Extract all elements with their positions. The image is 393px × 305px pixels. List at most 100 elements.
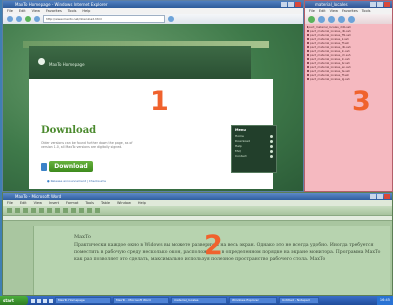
desktop-icon[interactable]: [31, 298, 35, 303]
mail-icon[interactable]: [43, 298, 47, 303]
site-menu-heading: Menu: [235, 128, 246, 132]
up-folder-icon[interactable]: [328, 15, 335, 23]
site-menu-item[interactable]: Contact: [235, 154, 273, 159]
forward-icon[interactable]: [16, 16, 22, 22]
menu-help[interactable]: Help: [82, 8, 90, 14]
search-icon[interactable]: [168, 16, 174, 22]
paste-icon[interactable]: [55, 208, 60, 213]
bullet-icon: [270, 135, 273, 138]
file-item[interactable]: pact_material_locales_lg.ssh: [305, 77, 351, 81]
browser-icon[interactable]: [37, 298, 41, 303]
menu-format[interactable]: Format: [66, 200, 78, 206]
file-icon: [307, 70, 309, 72]
explorer-title-bar[interactable]: material_locales: [305, 1, 392, 8]
maximize-icon[interactable]: [377, 194, 383, 199]
menu-tools[interactable]: Tools: [362, 8, 371, 14]
menu-file[interactable]: File: [7, 8, 13, 14]
close-icon[interactable]: [295, 2, 301, 7]
word-title-bar[interactable]: MaxTo - Microsoft Word: [3, 193, 392, 200]
menu-file[interactable]: File: [309, 8, 315, 14]
explorer-title: material_locales: [315, 2, 348, 7]
file-icon: [307, 58, 309, 60]
menu-file[interactable]: File: [7, 200, 13, 206]
file-list: pact_material_locales_ddb.ssh pact_mater…: [305, 25, 351, 81]
file-icon: [307, 66, 309, 68]
download-links[interactable]: ● Release announcement | Checksums: [47, 179, 106, 183]
align-icon[interactable]: [95, 208, 100, 213]
open-icon[interactable]: [15, 208, 20, 213]
site-menu-panel: Menu Home Download Help FAQ Contact: [231, 125, 277, 173]
document-title: MaxTo: [74, 234, 91, 240]
bullet-icon: [270, 155, 273, 158]
back-icon[interactable]: [308, 15, 315, 23]
menu-edit[interactable]: Edit: [319, 8, 326, 14]
ruler[interactable]: [3, 215, 392, 221]
close-icon[interactable]: [384, 2, 390, 7]
menu-view[interactable]: View: [34, 200, 42, 206]
word-toolbar: [3, 206, 392, 215]
site-title: MaxTo Homepage: [49, 62, 85, 67]
menu-favorites[interactable]: Favorites: [342, 8, 358, 14]
minimize-icon[interactable]: [370, 2, 376, 7]
menu-insert[interactable]: Insert: [49, 200, 59, 206]
italic-icon[interactable]: [79, 208, 84, 213]
explorer-toolbar: [305, 14, 392, 24]
address-bar[interactable]: http://www.maxto.net/download.html: [43, 15, 165, 23]
browser-title: MaxTo Homepage - Windows Internet Explor…: [15, 2, 108, 7]
maximize-icon[interactable]: [377, 2, 383, 7]
forward-icon[interactable]: [318, 15, 325, 23]
minimize-icon[interactable]: [370, 194, 376, 199]
refresh-icon[interactable]: [25, 16, 31, 22]
bullet-icon: [270, 145, 273, 148]
download-heading: Download: [41, 125, 97, 136]
system-tray-clock[interactable]: 16:45: [376, 296, 393, 305]
file-icon: [307, 78, 309, 80]
underline-icon[interactable]: [87, 208, 92, 213]
close-icon[interactable]: [384, 194, 390, 199]
task-button[interactable]: Untitled - Notepad: [279, 297, 319, 304]
maximize-icon[interactable]: [288, 2, 294, 7]
region-label-3: 3: [352, 86, 371, 117]
bullet-icon: [270, 150, 273, 153]
menu-edit[interactable]: Edit: [20, 200, 27, 206]
document-body: Практически каждое окно в Widows вы може…: [74, 243, 381, 262]
taskbar: start MaxTo Homepage MaxTo - Microsoft W…: [0, 296, 393, 305]
download-button[interactable]: Download: [49, 161, 93, 172]
file-icon: [307, 54, 309, 56]
home-icon[interactable]: [34, 16, 40, 22]
back-icon[interactable]: [7, 16, 13, 22]
save-icon[interactable]: [23, 208, 28, 213]
search-icon[interactable]: [338, 15, 345, 23]
task-button[interactable]: Windows Explorer: [229, 297, 277, 304]
menu-table[interactable]: Table: [101, 200, 110, 206]
word-window[interactable]: MaxTo - Microsoft Word File Edit View In…: [2, 192, 393, 296]
file-icon: [307, 46, 309, 48]
site-logo-icon[interactable]: [38, 58, 45, 65]
menu-help[interactable]: Help: [138, 200, 146, 206]
browser-title-bar[interactable]: MaxTo Homepage - Windows Internet Explor…: [3, 1, 303, 8]
copy-icon[interactable]: [47, 208, 52, 213]
menu-view[interactable]: View: [32, 8, 40, 14]
media-icon[interactable]: [49, 298, 53, 303]
task-button[interactable]: MaxTo Homepage: [55, 297, 111, 304]
download-arrow-icon: [41, 163, 47, 171]
undo-icon[interactable]: [63, 208, 68, 213]
cut-icon[interactable]: [39, 208, 44, 213]
print-icon[interactable]: [31, 208, 36, 213]
folders-icon[interactable]: [348, 15, 355, 23]
explorer-window[interactable]: material_locales File Edit View Favorite…: [304, 0, 393, 192]
start-button[interactable]: start: [0, 296, 28, 305]
site-header: MaxTo Homepage: [29, 46, 251, 79]
task-button[interactable]: MaxTo - Microsoft Word: [113, 297, 169, 304]
new-icon[interactable]: [7, 208, 12, 213]
menu-tools[interactable]: Tools: [85, 200, 94, 206]
minimize-icon[interactable]: [281, 2, 287, 7]
menu-favorites[interactable]: Favorites: [46, 8, 62, 14]
menu-view[interactable]: View: [330, 8, 338, 14]
menu-window[interactable]: Window: [117, 200, 131, 206]
menu-edit[interactable]: Edit: [19, 8, 26, 14]
task-button[interactable]: material_locales: [171, 297, 227, 304]
menu-tools[interactable]: Tools: [68, 8, 77, 14]
bold-icon[interactable]: [71, 208, 76, 213]
region-label-1: 1: [150, 86, 169, 117]
